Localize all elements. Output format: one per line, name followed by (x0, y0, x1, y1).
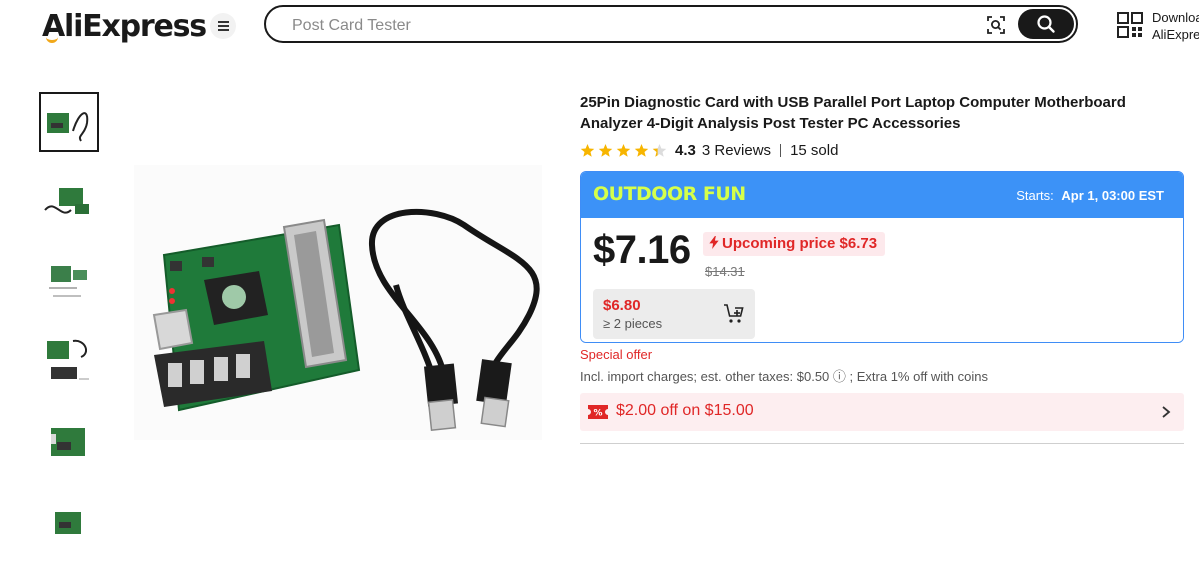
thumbnail-2[interactable] (39, 172, 99, 232)
thumbnail-1[interactable] (39, 92, 99, 152)
bulk-quantity: ≥ 2 pieces (603, 316, 663, 331)
download-line-2: AliExpress app (1152, 27, 1199, 42)
main-product-image[interactable] (134, 165, 542, 440)
upcoming-price-badge: Upcoming price $6.73 (703, 232, 886, 256)
product-photo (152, 208, 540, 432)
bulk-price-option[interactable]: $6.80 ≥ 2 pieces (593, 289, 755, 339)
coupon-icon: % (588, 405, 608, 419)
thumbnail-image (55, 512, 81, 534)
coupon-banner[interactable]: % $2.00 off on $15.00 (580, 393, 1184, 431)
thumbnail-gallery (39, 92, 101, 572)
star-full-icon (580, 143, 595, 157)
download-line-1: Download (1152, 10, 1199, 25)
image-search-icon[interactable] (986, 15, 1006, 35)
coupon-text: $2.00 off on $15.00 (616, 402, 754, 419)
star-full-icon (598, 143, 613, 157)
logo-text: AliExpress (42, 8, 207, 44)
svg-text:%: % (593, 409, 602, 419)
promo-start-label: Starts: (1016, 188, 1054, 203)
download-app-link[interactable]: Download AliExpress app (1117, 9, 1199, 43)
original-price: $14.31 (705, 264, 745, 279)
add-to-cart-icon[interactable] (723, 303, 745, 325)
thumbnail-image (47, 339, 89, 380)
reviews-link[interactable]: 3 Reviews (702, 142, 771, 159)
thumbnail-6[interactable] (39, 492, 99, 552)
thumbnail-image (51, 428, 85, 456)
rating-value: 4.3 (675, 141, 696, 159)
divider (780, 143, 782, 157)
hamburger-icon (217, 25, 229, 27)
star-full-icon (616, 143, 631, 157)
thumbnail-image (44, 188, 89, 214)
rating-row: 4.3 3 Reviews 15 sold (580, 140, 1184, 160)
lightning-icon (709, 236, 719, 249)
qr-code-icon (1117, 12, 1143, 38)
price-box: OUTDOOR FUN Starts: Apr 1, 03:00 EST $7.… (580, 171, 1184, 343)
promo-start-time: Starts: Apr 1, 03:00 EST (1016, 188, 1164, 203)
search-icon (1037, 15, 1055, 33)
thumbnail-image (49, 266, 87, 297)
tax-info: Incl. import charges; est. other taxes: … (580, 369, 989, 384)
star-partial-icon (652, 143, 667, 157)
thumbnail-image (47, 112, 89, 142)
promo-name: OUTDOOR FUN (593, 183, 746, 205)
current-price: $7.16 (593, 228, 691, 272)
special-offer-label: Special offer (580, 347, 653, 362)
thumbnail-4[interactable] (39, 332, 99, 392)
search-button[interactable] (1018, 9, 1074, 39)
product-info: 25Pin Diagnostic Card with USB Parallel … (580, 92, 1184, 444)
price-body: $7.16 Upcoming price $6.73 $14.31 $6.80 … (581, 218, 1183, 342)
star-full-icon (634, 143, 649, 157)
search-bar (264, 5, 1078, 43)
thumbnail-5[interactable] (39, 412, 99, 472)
menu-button[interactable] (210, 13, 236, 39)
chevron-right-icon (1162, 406, 1171, 418)
promo-banner: OUTDOOR FUN Starts: Apr 1, 03:00 EST (581, 172, 1183, 218)
download-app-text: Download AliExpress app (1152, 9, 1199, 43)
star-rating[interactable] (580, 143, 667, 158)
product-title: 25Pin Diagnostic Card with USB Parallel … (580, 94, 1126, 132)
thumbnail-3[interactable] (39, 252, 99, 312)
sold-count: 15 sold (790, 141, 839, 159)
search-input[interactable] (290, 14, 974, 38)
promo-start-value: Apr 1, 03:00 EST (1061, 188, 1164, 203)
aliexpress-logo[interactable]: AliExpress (42, 6, 207, 46)
bulk-price: $6.80 (603, 297, 641, 314)
section-divider (580, 443, 1184, 444)
upcoming-price-text: Upcoming price $6.73 (722, 235, 878, 252)
